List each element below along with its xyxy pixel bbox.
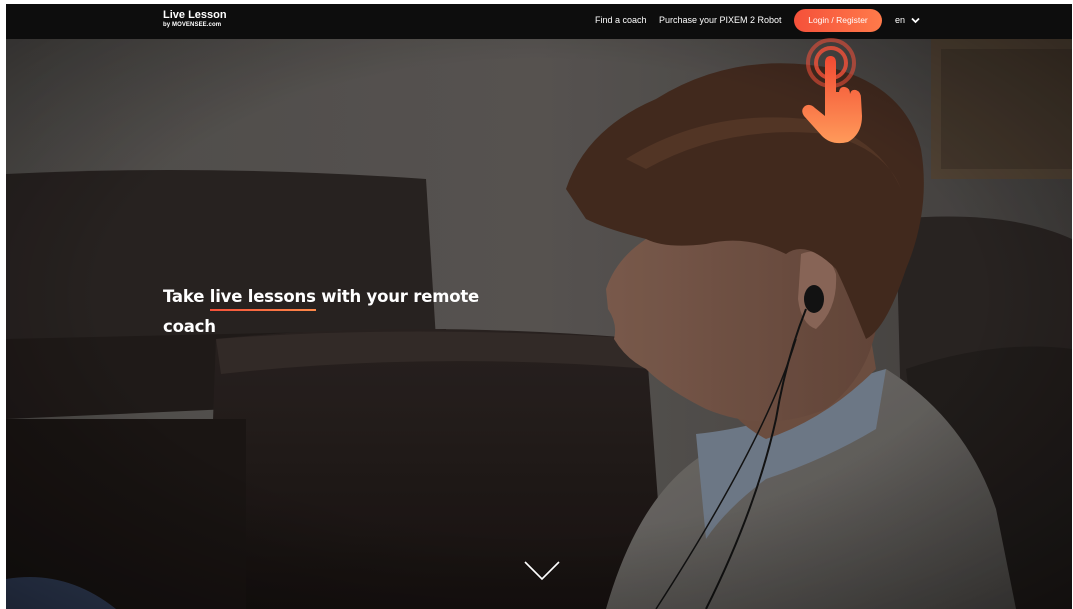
language-selector[interactable]: en [895, 14, 920, 26]
logo-title: Live Lesson [163, 9, 227, 21]
headline-highlight: live lessons [209, 282, 316, 312]
hero-section: Take live lessons with your remote coach [6, 39, 1072, 609]
top-navbar: Live Lesson by MOVENSEE.com Find a coach… [6, 4, 1072, 39]
login-register-button[interactable]: Login / Register [794, 9, 882, 32]
chevron-down-icon[interactable] [523, 560, 561, 582]
find-coach-link[interactable]: Find a coach [595, 15, 647, 26]
purchase-robot-link[interactable]: Purchase your PIXEM 2 Robot [659, 15, 782, 26]
language-label: en [895, 15, 906, 25]
logo[interactable]: Live Lesson by MOVENSEE.com [163, 9, 227, 30]
hand-tap-icon [802, 38, 862, 144]
logo-subtitle: by MOVENSEE.com [163, 22, 222, 28]
page-frame: Live Lesson by MOVENSEE.com Find a coach… [6, 4, 1072, 609]
chevron-down-icon [910, 17, 920, 24]
headline-text-start: Take [163, 287, 210, 306]
hero-headline: Take live lessons with your remote coach [163, 282, 523, 342]
